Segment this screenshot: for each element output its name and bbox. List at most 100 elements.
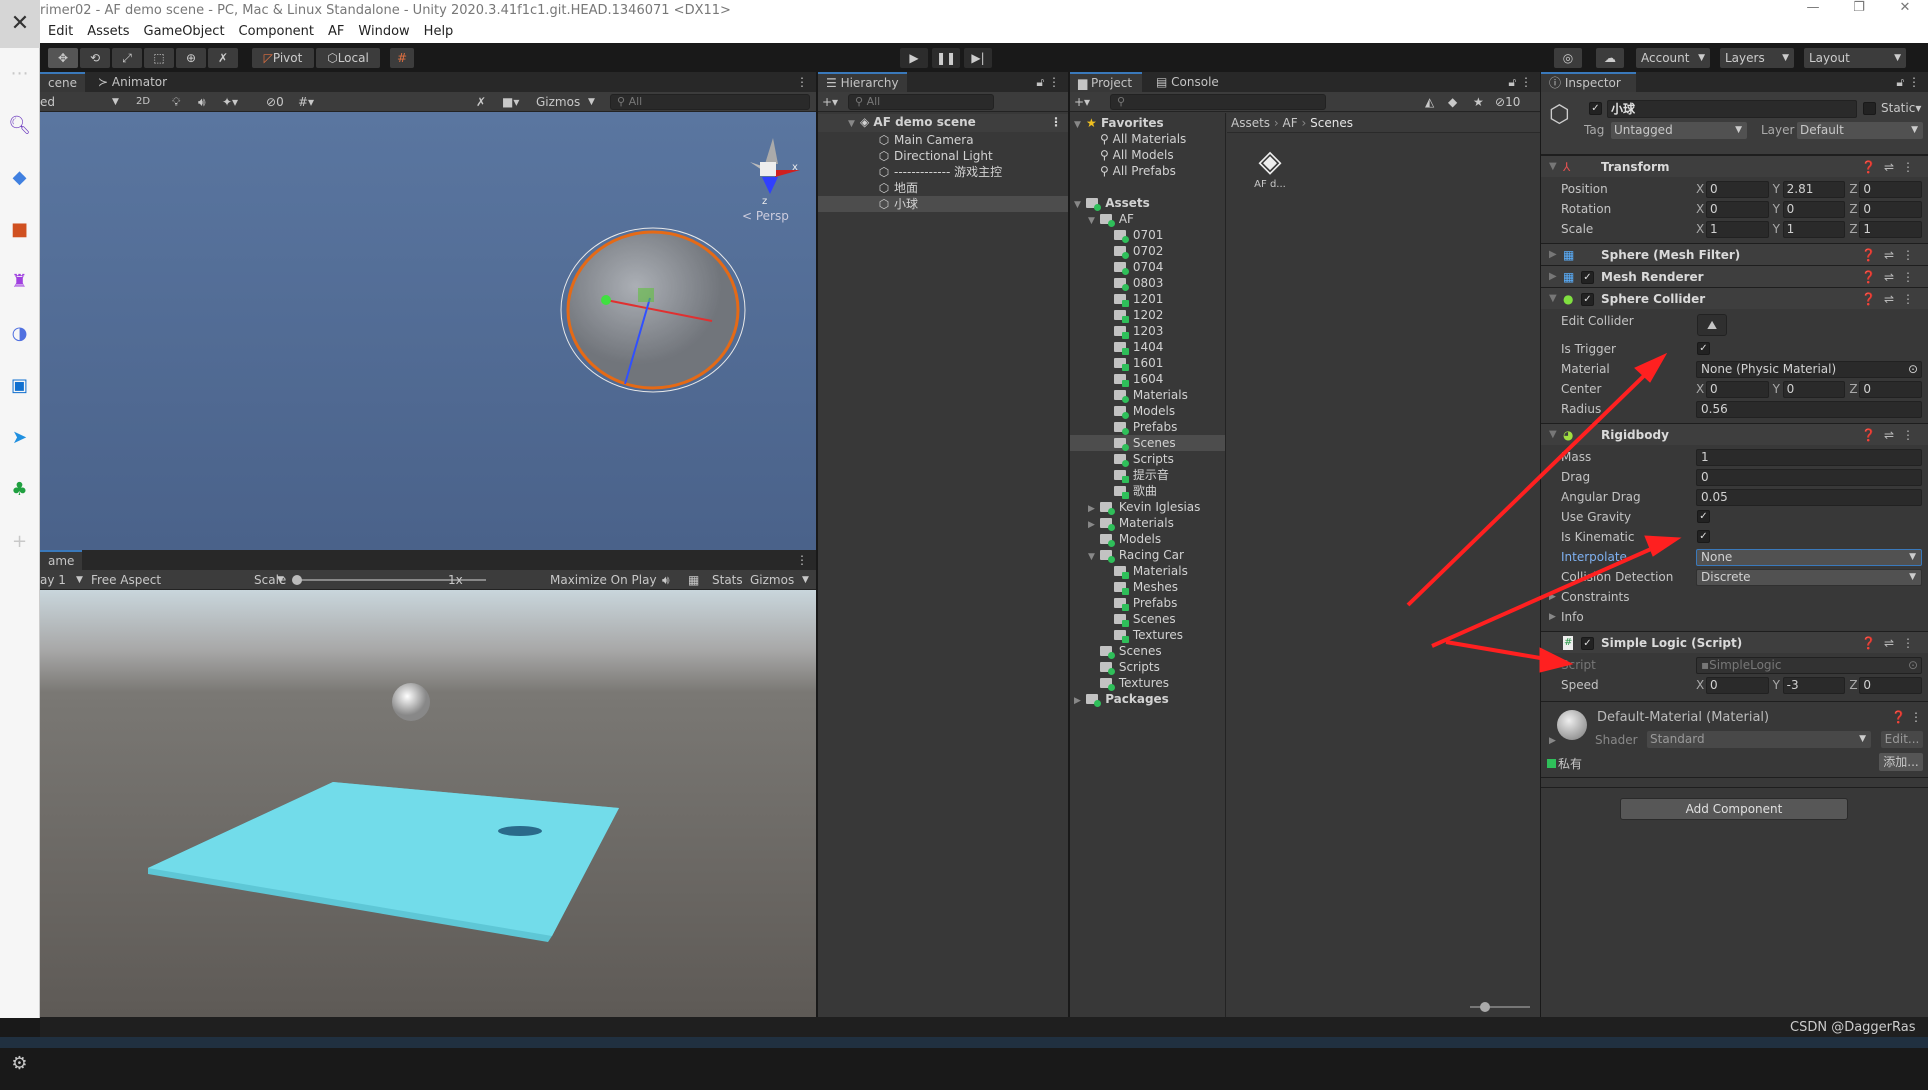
center-z[interactable]: 0	[1859, 381, 1923, 398]
display-grid-icon[interactable]: ▦	[688, 570, 699, 590]
custom-tool-icon[interactable]: ✗	[208, 48, 238, 68]
component-header-icons[interactable]: ❓⇌⋮	[1861, 244, 1922, 266]
gameobject-cube-icon[interactable]: ⬡	[1549, 100, 1570, 128]
tab-animator[interactable]: ≻ Animator	[90, 72, 175, 92]
project-folder[interactable]: ▶ Kevin Iglesias	[1070, 499, 1225, 515]
lock-icon[interactable]: 🔓︎ ⋮	[1500, 72, 1540, 92]
favorite-item[interactable]: ⚲ All Materials	[1070, 131, 1225, 147]
favorite-item[interactable]: ⚲ All Prefabs	[1070, 163, 1225, 179]
collision-detection-dropdown[interactable]: Discrete ▼	[1696, 569, 1922, 586]
maximize-button[interactable]: ❐	[1836, 0, 1882, 15]
project-folder[interactable]: 1404	[1070, 339, 1225, 355]
more-icon[interactable]: ⋯	[0, 48, 39, 100]
x-input[interactable]: 0	[1706, 181, 1769, 198]
project-folder[interactable]: ▼ Racing Car	[1070, 547, 1225, 563]
more-icon[interactable]: ⋮	[1050, 114, 1062, 130]
expand-icon[interactable]: ▶	[1074, 693, 1086, 709]
radius-input[interactable]: 0.56	[1696, 401, 1922, 418]
static-checkbox[interactable]	[1863, 102, 1876, 115]
object-name-input[interactable]: 小球	[1607, 100, 1857, 118]
project-folder[interactable]: 1601	[1070, 355, 1225, 371]
project-folder[interactable]: Scripts	[1070, 451, 1225, 467]
tab-game[interactable]: ame	[40, 550, 83, 570]
project-folder[interactable]: Models	[1070, 531, 1225, 547]
hierarchy-item[interactable]: ⬡ Main Camera	[818, 132, 1068, 148]
add-material-button[interactable]: 添加...	[1879, 753, 1923, 771]
speed-z[interactable]: 0	[1859, 677, 1923, 694]
layers-dropdown[interactable]: Layers ▼	[1720, 48, 1794, 68]
hierarchy-search-input[interactable]: ⚲ All	[848, 94, 994, 110]
menu-assets[interactable]: Assets	[87, 24, 129, 39]
project-folder[interactable]: Textures	[1070, 627, 1225, 643]
layer-dropdown[interactable]: Default ▼	[1797, 122, 1923, 139]
panel-menu-icon[interactable]: ⋮	[788, 550, 816, 570]
edit-collider-button[interactable]: ⛰	[1697, 314, 1727, 336]
scene-root[interactable]: ▼ ◈ AF demo scene ⋮	[818, 114, 1068, 132]
component-header-icons[interactable]: ❓ ⋮	[1891, 710, 1922, 724]
component-enabled-checkbox[interactable]: ✓	[1581, 293, 1594, 306]
hidden-packages-toggle[interactable]: ⊘10	[1495, 92, 1520, 112]
send-icon[interactable]: ➤	[0, 412, 39, 464]
component-header-icons[interactable]: ❓⇌⋮	[1861, 266, 1922, 288]
menu-help[interactable]: Help	[424, 24, 454, 39]
project-folder[interactable]: Materials	[1070, 563, 1225, 579]
add-component-button[interactable]: Add Component	[1620, 798, 1848, 820]
center-x[interactable]: 0	[1706, 381, 1769, 398]
favorite-star-icon[interactable]: ★	[1473, 92, 1484, 112]
mass-input[interactable]: 1	[1696, 449, 1922, 466]
rotate-tool-icon[interactable]: ⟲	[80, 48, 110, 68]
project-folder[interactable]: ▶ Materials	[1070, 515, 1225, 531]
grid-snap-icon[interactable]: #	[390, 48, 414, 68]
persp-label[interactable]: < Persp	[742, 209, 789, 223]
favorites-header[interactable]: ▼ ★ Favorites	[1070, 115, 1225, 131]
search-icon[interactable]: 🔍︎	[0, 100, 39, 152]
project-folder[interactable]: Materials	[1070, 387, 1225, 403]
mute-audio-icon[interactable]: 🔊︎	[662, 570, 670, 590]
minimize-button[interactable]: —	[1790, 0, 1836, 15]
project-folder[interactable]: 1203	[1070, 323, 1225, 339]
project-folder[interactable]: Scenes	[1070, 643, 1225, 659]
filter-by-label-icon[interactable]: ◆	[1448, 92, 1457, 112]
z-input[interactable]: 1	[1859, 221, 1923, 238]
game-gizmos-dropdown[interactable]: Gizmos	[750, 570, 794, 590]
2d-toggle[interactable]: 2D	[136, 92, 150, 112]
project-folder[interactable]: Meshes	[1070, 579, 1225, 595]
close-icon[interactable]: ✕	[0, 0, 40, 48]
cloud-icon[interactable]: ☁	[1596, 48, 1624, 68]
project-folder[interactable]: 歌曲	[1070, 483, 1225, 499]
transform-tool-icon[interactable]: ⊕	[176, 48, 206, 68]
x-input[interactable]: 1	[1706, 221, 1769, 238]
project-folder[interactable]: 提示音	[1070, 467, 1225, 483]
maximize-on-play-toggle[interactable]: Maximize On Play	[550, 570, 657, 590]
project-folder[interactable]: 1201	[1070, 291, 1225, 307]
toolbox-icon[interactable]: ■	[0, 204, 39, 256]
project-search-input[interactable]: ⚲	[1110, 94, 1326, 110]
add-icon[interactable]: +	[0, 516, 39, 568]
component-header-icons[interactable]: ❓⇌⋮	[1861, 632, 1922, 654]
breadcrumb-assets[interactable]: Assets	[1231, 116, 1270, 130]
orientation-gizmo[interactable]: xz	[750, 138, 800, 207]
project-folder[interactable]: Textures	[1070, 675, 1225, 691]
close-window-button[interactable]: ✕	[1882, 0, 1928, 15]
x-input[interactable]: 0	[1706, 201, 1769, 218]
scale-tool-icon[interactable]: ⤢	[112, 48, 142, 68]
hierarchy-item[interactable]: ⬡ 小球	[818, 196, 1068, 212]
mesh-filter-header[interactable]: ▶ ▦ Sphere (Mesh Filter) ❓⇌⋮	[1541, 243, 1928, 265]
project-folder[interactable]: Prefabs	[1070, 419, 1225, 435]
tab-project[interactable]: ▆ Project	[1070, 72, 1142, 92]
pivot-button[interactable]: ◸Pivot	[252, 48, 314, 68]
object-picker-icon[interactable]: ⊙	[1908, 362, 1918, 377]
chess-icon[interactable]: ♜	[0, 256, 39, 308]
project-folder[interactable]: 0704	[1070, 259, 1225, 275]
tab-scene[interactable]: cene	[40, 72, 85, 92]
active-checkbox[interactable]: ✓	[1589, 102, 1602, 115]
project-folder[interactable]: Models	[1070, 403, 1225, 419]
icon-size-slider-handle[interactable]	[1480, 1002, 1490, 1012]
static-dropdown[interactable]: Static▾	[1881, 101, 1921, 115]
transform-header[interactable]: ▼ ⅄ Transform ❓⇌⋮	[1541, 155, 1928, 177]
shading-mode-dropdown[interactable]: ed	[40, 92, 55, 112]
panel-menu-icon[interactable]: ⋮	[788, 72, 816, 92]
breadcrumb-af[interactable]: AF	[1283, 116, 1298, 130]
outlook-icon[interactable]: ▣	[0, 360, 39, 412]
private-checkbox[interactable]	[1547, 759, 1556, 768]
